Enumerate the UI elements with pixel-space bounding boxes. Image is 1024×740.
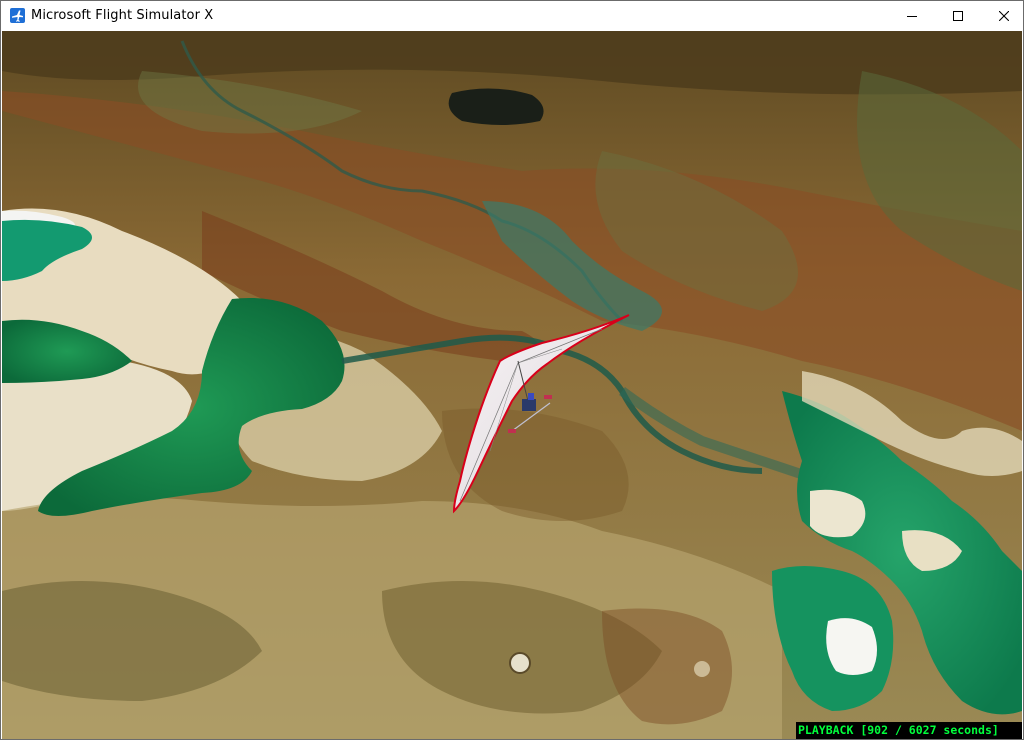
crater xyxy=(509,652,531,674)
salt-island xyxy=(826,618,877,675)
close-icon xyxy=(999,11,1009,21)
window-title: Microsoft Flight Simulator X xyxy=(31,8,214,23)
playback-label: PLAYBACK xyxy=(798,723,854,737)
playback-status: PLAYBACK [902 / 6027 seconds] xyxy=(796,722,1022,739)
app-window: Microsoft Flight Simulator X PLAYBACK [9… xyxy=(0,0,1024,740)
airplane-icon xyxy=(10,8,25,23)
close-button[interactable] xyxy=(981,1,1024,31)
terrain-scene xyxy=(2,31,1022,739)
flight-view[interactable]: PLAYBACK [902 / 6027 seconds] xyxy=(2,31,1022,739)
title-bar[interactable]: Microsoft Flight Simulator X xyxy=(1,1,1023,31)
maximize-button[interactable] xyxy=(935,1,981,31)
maximize-icon xyxy=(953,11,963,21)
glider-pilot xyxy=(522,399,536,411)
minimize-icon xyxy=(907,11,917,21)
minimize-button[interactable] xyxy=(889,1,935,31)
playback-position: [902 / 6027 seconds] xyxy=(860,723,999,737)
